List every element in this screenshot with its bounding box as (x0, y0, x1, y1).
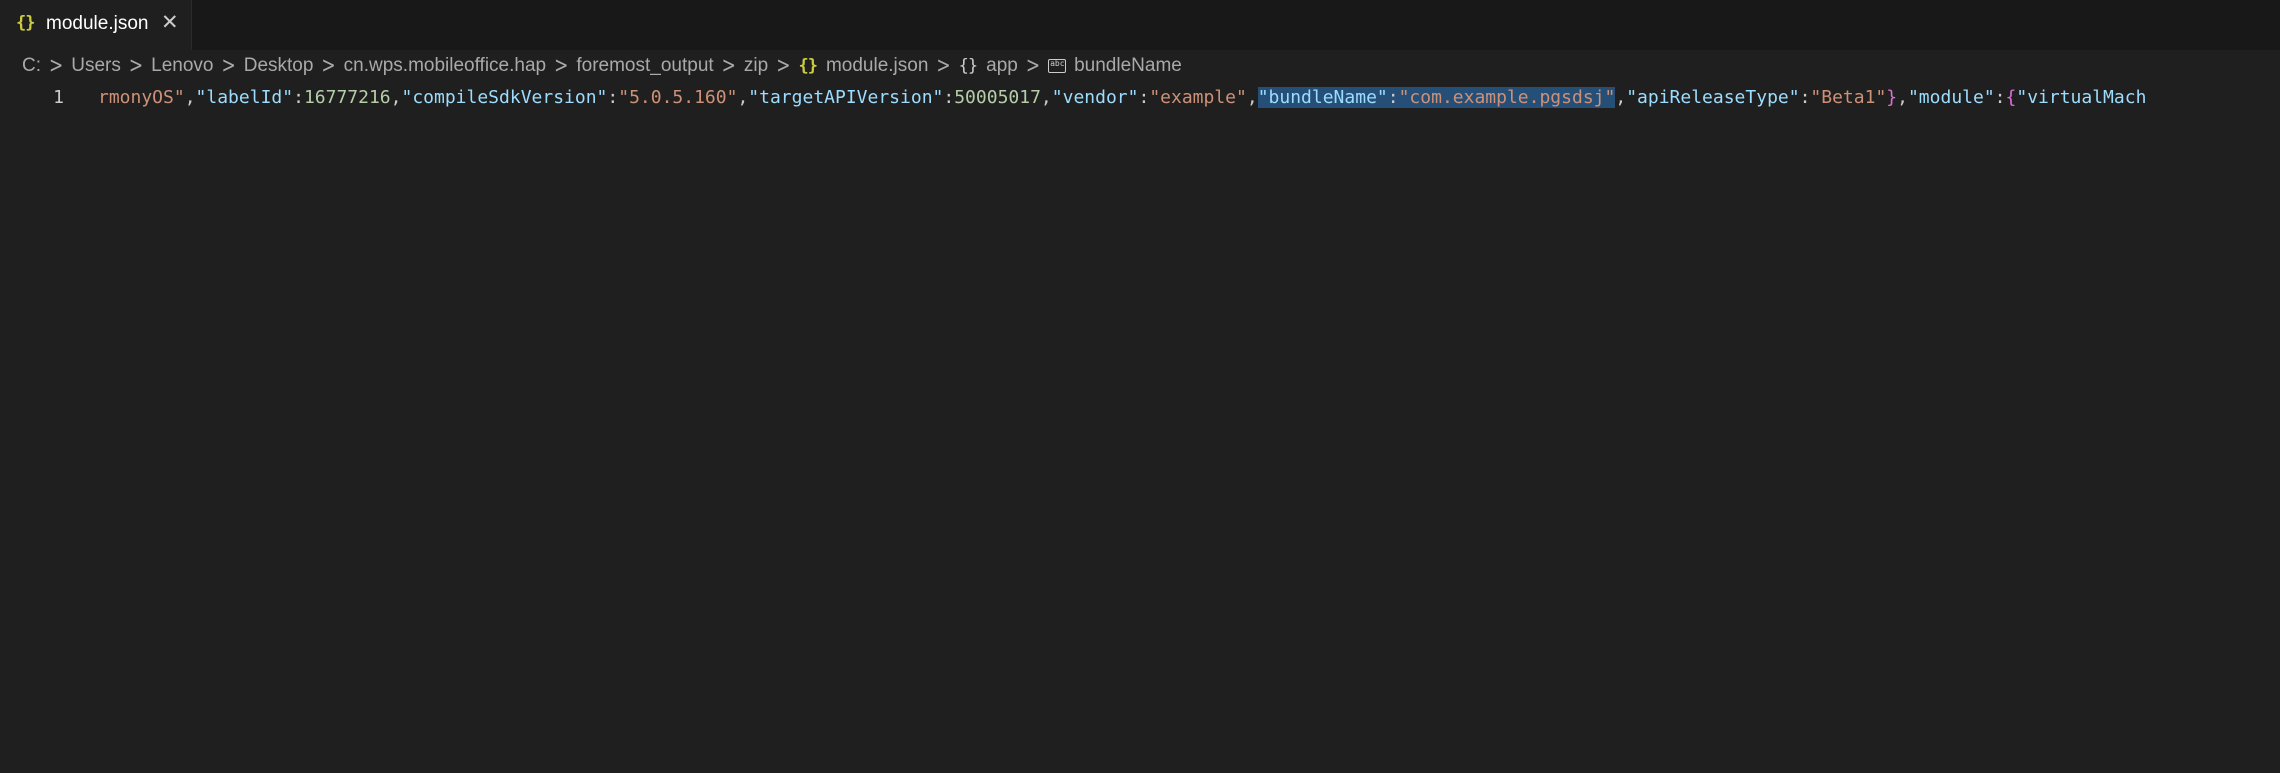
code-line[interactable]: rmonyOS","labelId":16777216,"compileSdkV… (98, 85, 2280, 111)
breadcrumb-item-zip[interactable]: zip (744, 55, 768, 77)
tab-bar: {} module.json ✕ (0, 0, 2280, 50)
code-token-str: "Beta1" (1810, 87, 1887, 108)
code-token-punc: : (1138, 87, 1150, 108)
close-icon[interactable]: ✕ (161, 11, 179, 35)
json-braces-icon: {} (798, 56, 818, 76)
code-token-punc: , (737, 87, 749, 108)
code-token-punc: : (943, 87, 955, 108)
string-property-icon (1048, 59, 1067, 73)
breadcrumb-item-users[interactable]: Users (71, 55, 121, 77)
breadcrumb-item-module-json[interactable]: module.json (826, 55, 928, 77)
code-token-key: "compileSdkVersion" (401, 87, 608, 108)
tab-label: module.json (46, 13, 149, 34)
code-token-brace: { (2005, 87, 2017, 108)
code-token-punc: , (1897, 87, 1908, 108)
code-token-punc: , (1040, 87, 1052, 108)
breadcrumb-item-foremost-output[interactable]: foremost_output (576, 55, 713, 77)
code-token-brace: } (1886, 87, 1898, 108)
code-token-punc: : (1994, 87, 2006, 108)
chevron-right-icon: > (936, 53, 951, 79)
code-token-str: rmonyOS" (98, 87, 185, 108)
code-token-key: "bundleName" (1257, 87, 1388, 108)
chevron-right-icon: > (221, 53, 236, 79)
chevron-right-icon: > (128, 53, 144, 79)
code-token-key: "virtualMach (2016, 87, 2147, 108)
code-token-key: "targetAPIVersion" (748, 87, 944, 108)
tab-module-json[interactable]: {} module.json ✕ (0, 0, 192, 50)
code-token-key: "labelId" (195, 87, 294, 108)
json-braces-icon: {} (16, 13, 36, 33)
code-token-punc: : (293, 87, 304, 108)
code-token-key: "apiReleaseType" (1626, 87, 1800, 108)
code-token-num: 16777216 (303, 87, 391, 108)
code-token-str: "com.example.pgsdsj" (1398, 87, 1616, 108)
chevron-right-icon: > (721, 53, 736, 79)
code-token-num: 50005017 (954, 87, 1041, 108)
code-token-str: "5.0.5.160" (618, 87, 738, 108)
chevron-right-icon: > (554, 53, 569, 79)
breadcrumb-item-bundlename[interactable]: bundleName (1074, 55, 1182, 77)
breadcrumb: C: > Users > Lenovo > Desktop > cn.wps.m… (22, 53, 1182, 79)
code-token-punc: , (1246, 87, 1258, 108)
code-token-punc: : (607, 87, 619, 108)
code-token-str: "example" (1149, 87, 1247, 108)
object-braces-icon: {} (958, 56, 979, 76)
code-token-key: "module" (1907, 87, 1995, 108)
line-number: 1 (53, 87, 64, 108)
code-token-punc: , (1615, 87, 1627, 108)
code-token-key: "vendor" (1051, 87, 1139, 108)
chevron-right-icon: > (321, 53, 336, 79)
breadcrumb-item-desktop[interactable]: Desktop (244, 55, 314, 77)
breadcrumb-item-drive[interactable]: C: (22, 55, 41, 77)
code-token-punc: , (390, 87, 402, 108)
code-token-punc: : (1799, 87, 1811, 108)
chevron-right-icon: > (49, 53, 64, 79)
code-token-punc: , (184, 87, 196, 108)
chevron-right-icon: > (1025, 53, 1041, 79)
chevron-right-icon: > (776, 53, 791, 79)
breadcrumb-item-hap[interactable]: cn.wps.mobileoffice.hap (344, 55, 546, 77)
code-editor[interactable]: 1 rmonyOS","labelId":16777216,"compileSd… (0, 84, 2280, 773)
breadcrumb-item-app[interactable]: app (986, 55, 1018, 77)
code-token-punc: : (1387, 87, 1399, 108)
breadcrumb-item-lenovo[interactable]: Lenovo (151, 55, 213, 77)
